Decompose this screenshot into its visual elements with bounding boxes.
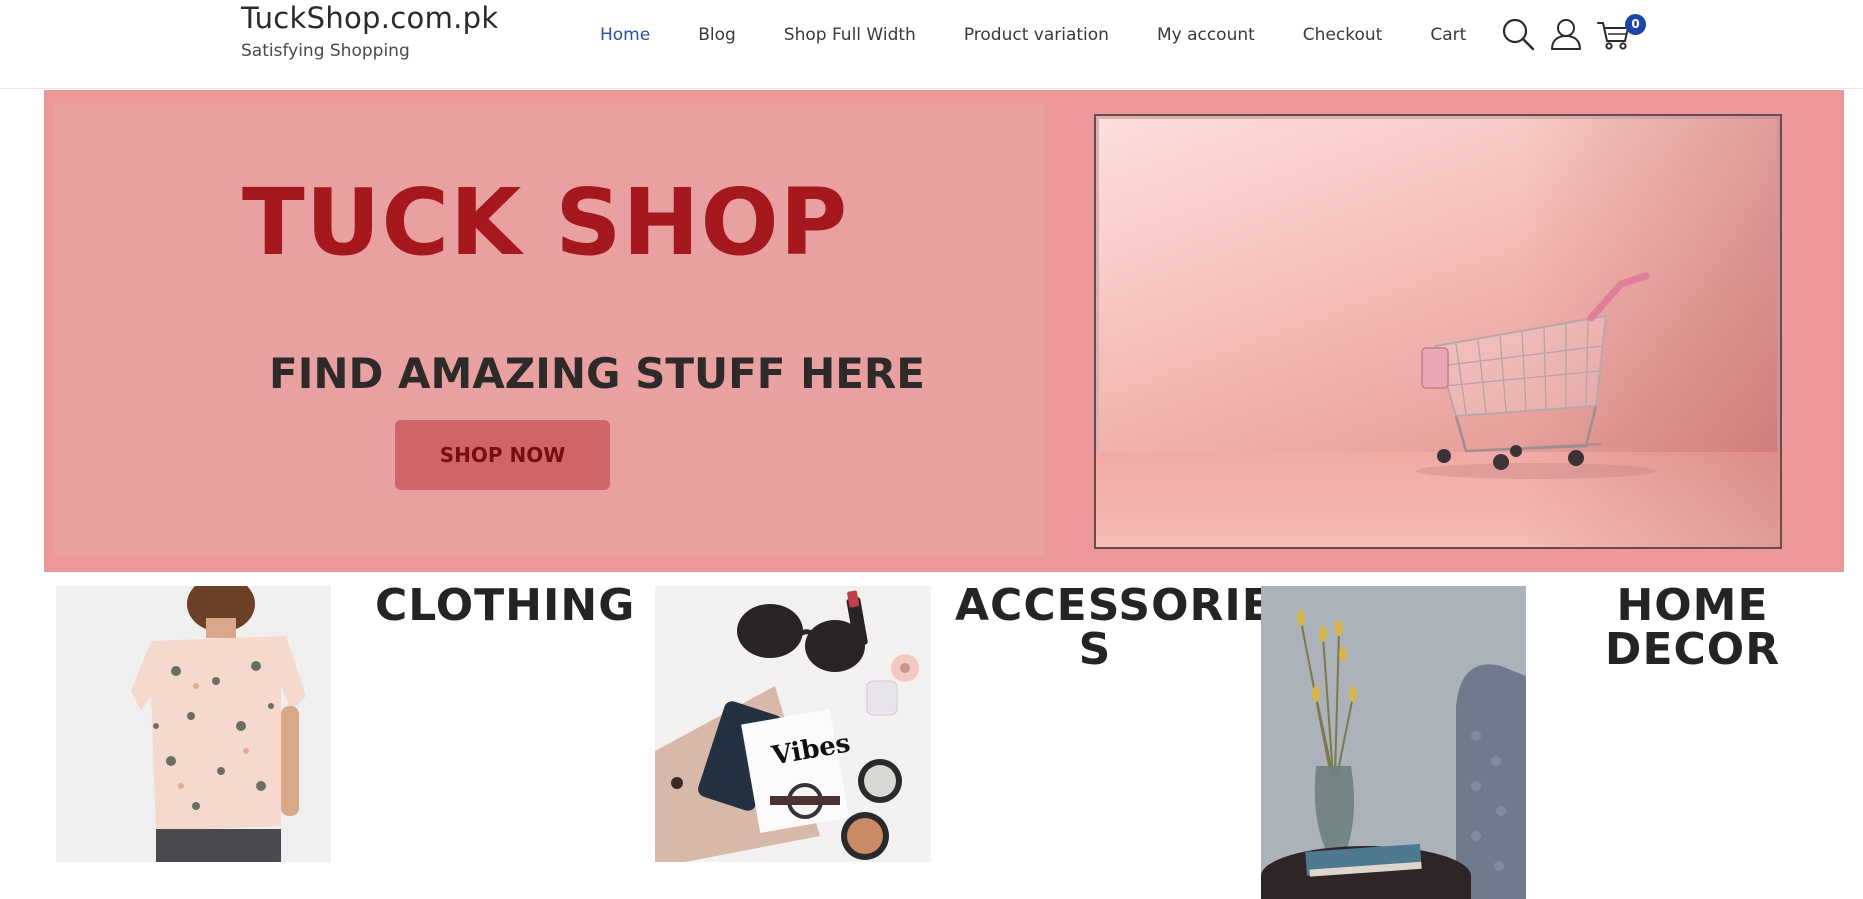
accessories-title-line-2: S	[1078, 624, 1112, 675]
main-navigation: Home Blog Shop Full Width Product variat…	[600, 24, 1466, 46]
home-decor-title-line-2: DECOR	[1604, 624, 1781, 675]
hero-subtitle: FIND AMAZING STUFF HERE	[269, 349, 925, 398]
floral-shirt-photo	[56, 586, 331, 862]
search-icon[interactable]	[1500, 16, 1536, 52]
hero-cart-image	[1094, 114, 1782, 549]
accessories-category-title[interactable]: ACCESSORIE S	[955, 580, 1273, 675]
site-tagline: Satisfying Shopping	[241, 41, 410, 61]
nav-product-variation[interactable]: Product variation	[964, 24, 1109, 46]
home-decor-title-line-1: HOME	[1616, 580, 1769, 631]
vase-chair-photo	[1261, 586, 1526, 899]
clothing-category-image[interactable]	[56, 586, 331, 862]
nav-cart[interactable]: Cart	[1430, 24, 1466, 46]
shopping-cart-illustration	[1416, 272, 1656, 479]
cart-count-badge[interactable]: 0	[1625, 14, 1646, 35]
accessories-flatlay-photo: Vibes	[655, 586, 931, 862]
nav-blog[interactable]: Blog	[698, 24, 736, 46]
site-header: TuckShop.com.pk Satisfying Shopping Home…	[0, 0, 1863, 89]
nav-checkout[interactable]: Checkout	[1303, 24, 1383, 46]
home-decor-category-image[interactable]	[1261, 586, 1526, 899]
shop-now-button[interactable]: SHOP NOW	[395, 420, 610, 490]
home-decor-category-title[interactable]: HOME DECOR	[1565, 584, 1820, 672]
site-title[interactable]: TuckShop.com.pk	[241, 0, 498, 36]
nav-shop-full-width[interactable]: Shop Full Width	[784, 24, 916, 46]
accessories-category-image[interactable]: Vibes	[655, 586, 931, 862]
nav-home[interactable]: Home	[600, 24, 650, 46]
hero-title: TUCK SHOP	[242, 169, 849, 276]
site-branding: TuckShop.com.pk Satisfying Shopping	[241, 0, 498, 62]
nav-my-account[interactable]: My account	[1157, 24, 1255, 46]
clothing-category-title[interactable]: CLOTHING	[375, 584, 634, 628]
accessories-title-line-1: ACCESSORIE	[955, 580, 1273, 631]
user-icon[interactable]	[1548, 16, 1584, 52]
